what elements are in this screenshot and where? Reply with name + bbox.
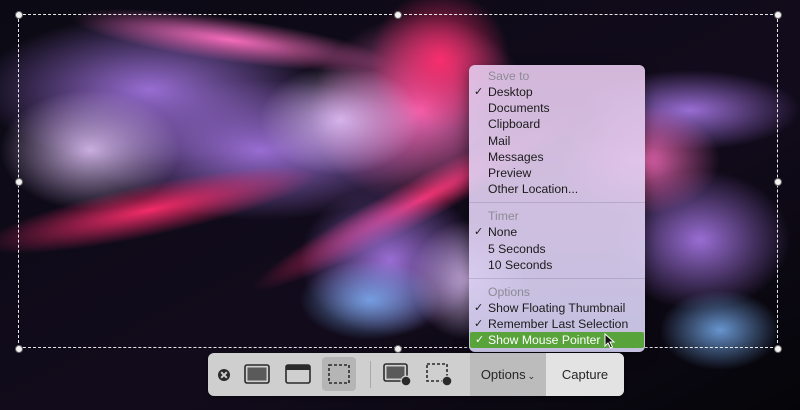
selection-handle-top-right[interactable] <box>774 11 782 19</box>
capture-entire-screen-icon <box>244 364 270 384</box>
menu-item-label: Remember Last Selection <box>488 317 629 332</box>
screenshot-toolbar: Options ⌄ Capture <box>208 353 624 396</box>
menu-item-clipboard[interactable]: Clipboard <box>469 116 645 132</box>
record-screen-icon <box>383 363 412 387</box>
menu-item-documents[interactable]: Documents <box>469 100 645 116</box>
menu-item-label: Preview <box>488 165 532 180</box>
selection-handle-top[interactable] <box>394 11 402 19</box>
menu-item-timer-none[interactable]: ✓ None <box>469 224 645 240</box>
capture-button[interactable]: Capture <box>546 353 624 396</box>
close-icon[interactable] <box>218 369 230 381</box>
checkmark-icon: ✓ <box>474 226 484 239</box>
options-menu: Save to ✓ Desktop Documents Clipboard Mai… <box>469 65 645 352</box>
selection-handle-bottom[interactable] <box>394 345 402 353</box>
menu-item-remember-last-selection[interactable]: ✓ Remember Last Selection <box>469 316 645 332</box>
selection-handle-top-left[interactable] <box>15 11 23 19</box>
menu-item-label: 5 Seconds <box>488 241 546 256</box>
menu-item-messages[interactable]: Messages <box>469 149 645 165</box>
chevron-down-icon: ⌄ <box>527 371 536 381</box>
menu-item-label: Messages <box>488 149 544 164</box>
selection-handle-bottom-left[interactable] <box>15 345 23 353</box>
checkmark-icon: ✓ <box>474 86 484 98</box>
menu-item-timer-10-seconds[interactable]: 10 Seconds <box>469 257 645 273</box>
menu-item-label: Desktop <box>488 85 533 99</box>
menu-section-header-save-to: Save to <box>488 69 530 83</box>
checkmark-icon: ✓ <box>475 334 485 347</box>
menu-item-label: None <box>488 225 518 240</box>
menu-item-label: Mail <box>488 133 511 148</box>
menu-item-label: Show Floating Thumbnail <box>488 300 626 315</box>
capture-button-label: Capture <box>561 367 609 382</box>
checkmark-icon: ✓ <box>474 318 484 331</box>
capture-selection-icon <box>328 364 350 384</box>
record-screen-button[interactable] <box>380 357 414 391</box>
menu-section-header-options: Options <box>488 284 531 299</box>
options-button[interactable]: Options ⌄ <box>470 353 546 396</box>
capture-window-button[interactable] <box>281 357 315 391</box>
capture-entire-screen-button[interactable] <box>240 357 274 391</box>
menu-item-timer-5-seconds[interactable]: 5 Seconds <box>469 241 645 257</box>
menu-item-label: Clipboard <box>488 117 541 132</box>
menu-item-label: Other Location... <box>488 182 579 197</box>
record-selection-button[interactable] <box>422 357 456 391</box>
mouse-pointer-icon <box>604 333 616 349</box>
menu-section-header-timer: Timer <box>488 209 519 224</box>
capture-selection-button[interactable] <box>322 357 356 391</box>
menu-item-label: 10 Seconds <box>488 257 553 272</box>
capture-window-icon <box>285 364 311 384</box>
menu-item-show-floating-thumbnail[interactable]: ✓ Show Floating Thumbnail <box>469 300 645 316</box>
selection-handle-bottom-right[interactable] <box>774 345 782 353</box>
menu-item-label: Documents <box>488 101 550 116</box>
toolbar-divider <box>370 361 371 388</box>
selection-handle-right[interactable] <box>774 178 782 186</box>
menu-item-desktop[interactable]: ✓ Desktop <box>469 84 645 100</box>
checkmark-icon: ✓ <box>474 301 484 314</box>
capture-selection-area[interactable] <box>18 14 778 348</box>
record-selection-icon <box>426 363 453 387</box>
menu-item-preview[interactable]: Preview <box>469 165 645 181</box>
menu-item-other-location[interactable]: Other Location... <box>469 181 645 197</box>
menu-separator <box>469 277 645 279</box>
menu-item-mail[interactable]: Mail <box>469 133 645 149</box>
menu-item-show-mouse-pointer[interactable]: ✓ Show Mouse Pointer <box>470 332 644 349</box>
menu-item-label: Show Mouse Pointer <box>488 333 601 348</box>
menu-separator <box>469 202 645 204</box>
options-button-label: Options <box>480 367 526 382</box>
selection-handle-left[interactable] <box>15 178 23 186</box>
